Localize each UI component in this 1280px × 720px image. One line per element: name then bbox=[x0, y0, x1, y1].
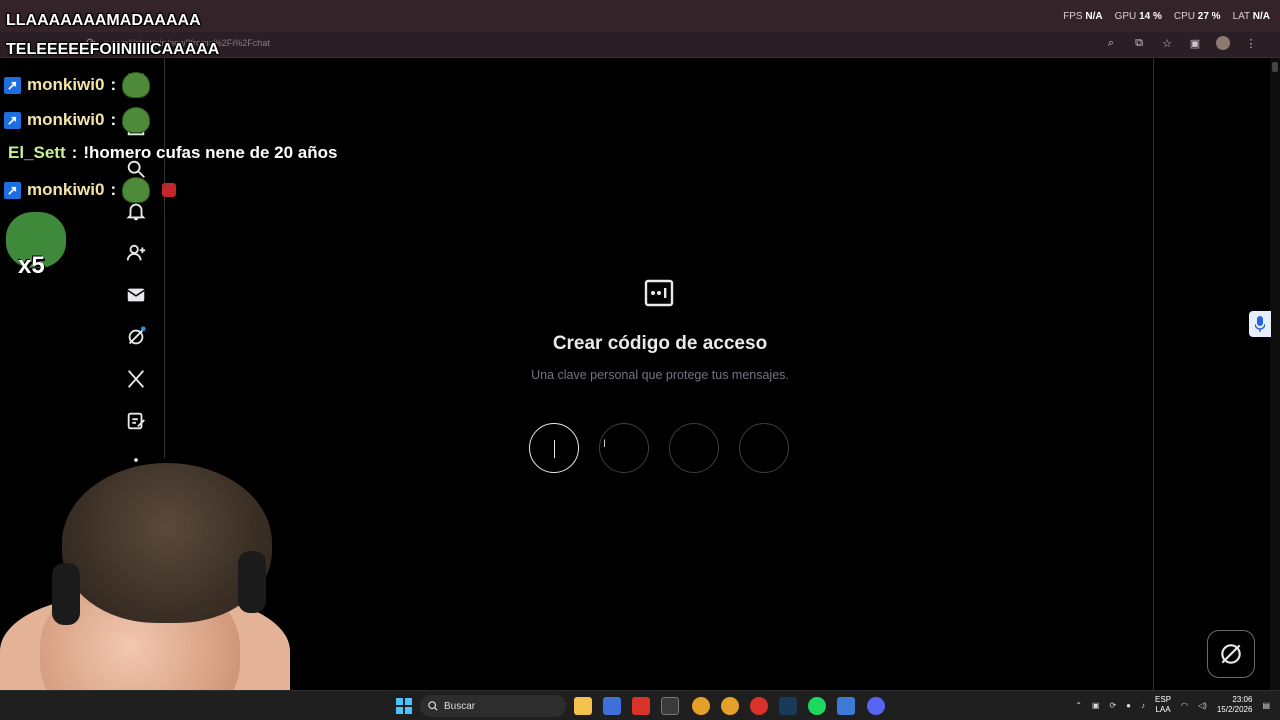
wifi-icon[interactable]: ◠ bbox=[1181, 701, 1188, 710]
sidebar-divider bbox=[164, 58, 165, 458]
lat-value: N/A bbox=[1252, 11, 1270, 22]
pepe-emote-icon bbox=[122, 72, 151, 98]
cpu-label: CPU bbox=[1173, 11, 1195, 22]
passcode-lock-icon bbox=[644, 279, 674, 307]
search-icon bbox=[428, 701, 438, 711]
mouse-ibeam-cursor-icon: I bbox=[603, 438, 607, 450]
windows-taskbar: Buscar ⌃ ▣ ⟳ ● ♪ ESP LAA ◠ ◁) 23:06 15/2/2… bbox=[0, 690, 1280, 720]
add-user-icon[interactable] bbox=[124, 241, 148, 265]
compose-icon[interactable] bbox=[124, 409, 148, 433]
mail-icon[interactable] bbox=[124, 283, 148, 307]
chat-message: monkiwi0 : bbox=[4, 72, 151, 98]
chat-username: monkiwi0 bbox=[27, 75, 105, 94]
stream-alert-line-1: LLAAAAAAAMADAAAAA bbox=[6, 12, 201, 29]
emote-combo-count: x5 bbox=[18, 252, 45, 279]
text-caret bbox=[554, 440, 555, 458]
content-divider bbox=[1153, 58, 1154, 690]
chat-text: !homero cufas nene de 20 años bbox=[83, 143, 338, 162]
pin-digit-1[interactable] bbox=[529, 423, 579, 473]
app-icon[interactable] bbox=[750, 697, 768, 715]
bookmark-star-icon[interactable]: ☆ bbox=[1160, 36, 1174, 50]
cpu-value: 27 % bbox=[1197, 11, 1221, 22]
fps-label: FPS bbox=[1063, 11, 1083, 22]
scroll-thumb[interactable] bbox=[1272, 62, 1278, 72]
microphone-tray-icon[interactable]: ♪ bbox=[1141, 701, 1145, 710]
tray-app-icon[interactable]: ▣ bbox=[1092, 701, 1100, 710]
notepad-icon[interactable] bbox=[837, 697, 855, 715]
chrome-icon[interactable] bbox=[692, 697, 710, 715]
chrome-icon[interactable] bbox=[721, 697, 739, 715]
discord-icon[interactable] bbox=[867, 697, 885, 715]
chevron-up-icon[interactable]: ⌃ bbox=[1075, 701, 1082, 710]
bomb-emote-icon bbox=[162, 183, 177, 197]
chat-username: monkiwi0 bbox=[27, 110, 105, 129]
spotify-icon[interactable] bbox=[808, 697, 826, 715]
chat-separator: : bbox=[110, 75, 117, 94]
chat-username: monkiwi0 bbox=[27, 180, 105, 199]
pepe-emote-icon bbox=[122, 177, 151, 203]
store-icon[interactable] bbox=[661, 697, 679, 715]
chat-message: monkiwi0 : bbox=[4, 107, 151, 133]
gpu-label: GPU bbox=[1114, 11, 1137, 22]
performance-overlay: FPS N/A GPU 14 % CPU 27 % LAT N/A bbox=[1063, 11, 1270, 22]
microphone-icon[interactable] bbox=[1249, 311, 1271, 337]
notification-icon[interactable]: ▤ bbox=[1262, 701, 1270, 710]
chat-message: monkiwi0 : bbox=[4, 177, 177, 203]
pin-digit-4[interactable] bbox=[739, 423, 789, 473]
headphone-left bbox=[52, 563, 80, 625]
chat-message: El_Sett : !homero cufas nene de 20 años bbox=[8, 143, 337, 163]
taskbar-clock[interactable]: 23:06 15/2/2026 bbox=[1217, 695, 1253, 715]
grok-floating-button[interactable] bbox=[1207, 630, 1255, 678]
streamer-webcam bbox=[0, 455, 290, 720]
passcode-title: Crear código de acceso bbox=[552, 333, 768, 354]
app-icon[interactable] bbox=[632, 697, 650, 715]
x-premium-icon[interactable] bbox=[124, 367, 148, 391]
stream-alert-line-2: TELEEEEEFOIINIIIICAAAAA bbox=[6, 41, 220, 58]
system-tray: ⌃ ▣ ⟳ ● ♪ ESP LAA ◠ ◁) 23:06 15/2/2026 ▤ bbox=[1075, 695, 1270, 715]
taskbar-search[interactable]: Buscar bbox=[420, 695, 566, 717]
profile-avatar[interactable] bbox=[1216, 36, 1230, 50]
language-indicator[interactable]: ESP LAA bbox=[1155, 695, 1171, 715]
passcode-subtitle: Una clave personal que protege tus mensa… bbox=[531, 368, 789, 382]
chat-username: El_Sett bbox=[8, 143, 66, 162]
zoom-icon[interactable]: ⌕ bbox=[1104, 36, 1118, 50]
windows-start-icon[interactable] bbox=[396, 698, 412, 714]
sub-badge-icon bbox=[4, 181, 21, 199]
pepe-emote-icon bbox=[122, 107, 151, 133]
install-app-icon[interactable]: ⧉ bbox=[1132, 36, 1146, 50]
file-explorer-icon[interactable] bbox=[574, 697, 592, 715]
menu-dots-icon[interactable]: ⋮ bbox=[1244, 36, 1258, 50]
chat-separator: : bbox=[110, 180, 117, 199]
chat-separator: : bbox=[110, 110, 117, 129]
scrollbar[interactable] bbox=[1270, 58, 1280, 690]
app-icon[interactable] bbox=[603, 697, 621, 715]
tray-app-icon[interactable]: ⟳ bbox=[1109, 701, 1116, 710]
sub-badge-icon bbox=[4, 111, 21, 129]
taskbar-search-placeholder: Buscar bbox=[444, 700, 476, 712]
address-bar-actions: ⌕ ⧉ ☆ ▣ ⋮ bbox=[1104, 36, 1258, 50]
extensions-icon[interactable]: ▣ bbox=[1188, 36, 1202, 50]
chat-separator: : bbox=[71, 143, 78, 162]
lat-label: LAT bbox=[1232, 11, 1250, 22]
fps-value: N/A bbox=[1085, 11, 1103, 22]
grok-icon bbox=[1221, 644, 1241, 664]
sub-badge-icon bbox=[4, 76, 21, 94]
headphone-right bbox=[238, 551, 266, 613]
gpu-value: 14 % bbox=[1139, 11, 1162, 22]
volume-icon[interactable]: ◁) bbox=[1198, 701, 1207, 710]
tray-app-icon[interactable]: ● bbox=[1126, 701, 1131, 710]
pin-digit-3[interactable] bbox=[669, 423, 719, 473]
steam-icon[interactable] bbox=[779, 697, 797, 715]
grok-icon[interactable] bbox=[124, 325, 148, 349]
